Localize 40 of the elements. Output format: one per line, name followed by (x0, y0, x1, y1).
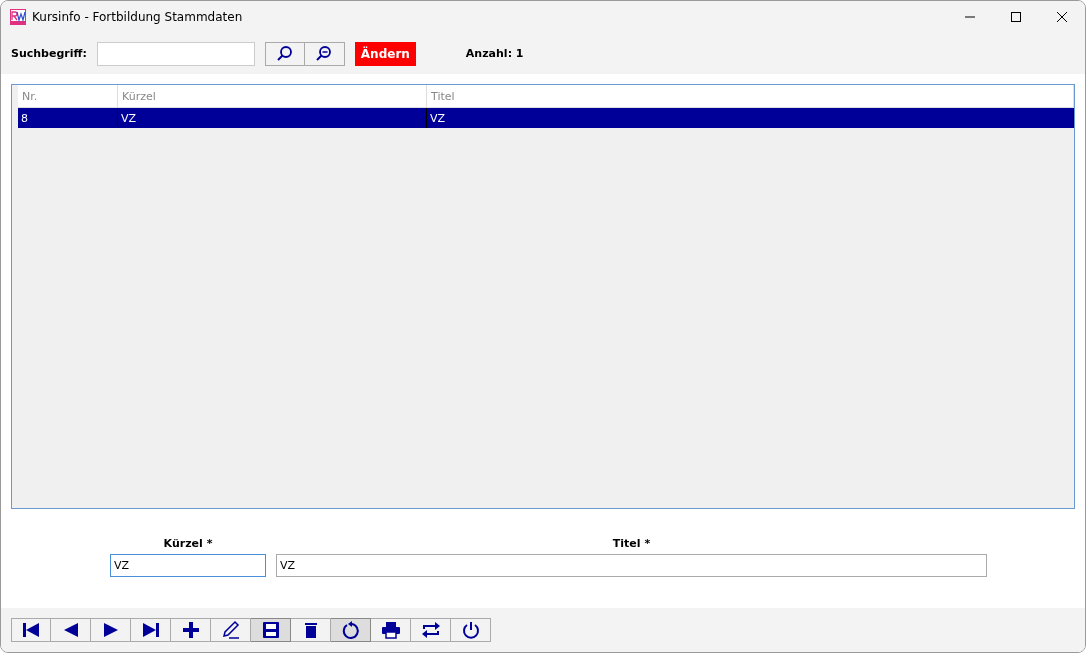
edit-button[interactable] (211, 618, 251, 642)
rotate-icon (340, 620, 361, 640)
printer-icon (380, 620, 401, 640)
column-header[interactable]: Nr. (18, 85, 118, 108)
app-logo-icon (10, 9, 26, 25)
close-icon (1057, 12, 1067, 22)
input-field[interactable]: VZ (110, 554, 266, 577)
last-button[interactable] (131, 618, 171, 642)
delete-button[interactable] (291, 618, 331, 642)
save-button[interactable] (251, 618, 291, 642)
pencil-icon (220, 620, 241, 640)
column-header[interactable]: Titel (427, 85, 1074, 108)
add-button[interactable] (171, 618, 211, 642)
swap-button[interactable] (411, 618, 451, 642)
change-button[interactable]: Ändern (354, 41, 416, 66)
record-count: Anzahl: 1 (465, 47, 524, 60)
maximize-icon (1011, 12, 1021, 22)
table-cell[interactable]: VZ (427, 108, 1074, 128)
skip-first-icon (21, 620, 41, 640)
skip-last-icon (140, 620, 161, 640)
search-label: Suchbegriff: (11, 47, 87, 60)
print-button[interactable] (371, 618, 411, 642)
clear-search-button[interactable] (304, 41, 345, 66)
next-button[interactable] (91, 618, 131, 642)
power-button[interactable] (451, 618, 491, 642)
swap-arrows-icon (420, 620, 441, 640)
power-icon (460, 620, 481, 640)
search-button[interactable] (264, 41, 305, 66)
previous-button[interactable] (51, 618, 91, 642)
table-cell[interactable]: 8 (18, 108, 118, 128)
window-title: Kursinfo - Fortbildung Stammdaten (32, 10, 244, 24)
table-cell[interactable]: VZ (118, 108, 427, 128)
first-button[interactable] (11, 618, 51, 642)
input-field[interactable]: VZ (276, 554, 987, 577)
undo-button[interactable] (331, 618, 371, 642)
column-header[interactable]: Kürzel (118, 85, 427, 108)
field-label: Kürzel * (163, 537, 213, 550)
field-label: Titel * (612, 537, 651, 550)
search-field[interactable] (96, 41, 255, 66)
plus-icon (180, 620, 201, 640)
